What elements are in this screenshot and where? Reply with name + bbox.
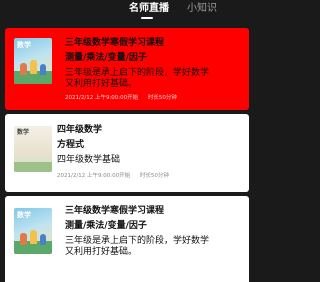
course-time: 2021/2/12 上午9:00:00开始	[65, 95, 139, 101]
course-card[interactable]: 数学 三年级数学寒假学习课程 测量/乘法/变量/因子 三年级是承上启下的阶段，学…	[5, 196, 249, 282]
tab-tips[interactable]: 小知识	[187, 3, 217, 15]
cover-title: 数学	[17, 41, 31, 49]
tab-bar: 名师直播 小知识	[0, 0, 254, 22]
course-description: 四年级数学基础	[57, 155, 121, 165]
course-subtitle: 测量/乘法/变量/因子	[65, 221, 147, 231]
course-schedule: 2021/2/12 上午9:00:00开始 时长50分钟	[57, 173, 169, 180]
course-cover-image: 数学	[14, 38, 52, 84]
course-title: 三年级数学寒假学习课程	[65, 206, 165, 216]
course-duration: 时长50分钟	[139, 173, 169, 179]
course-subtitle: 方程式	[57, 140, 85, 150]
course-cover-image: 数学	[14, 208, 52, 254]
course-cover-image: 数学	[14, 126, 52, 172]
course-time: 2021/2/12 上午9:00:00开始	[57, 173, 131, 179]
tab-live[interactable]: 名师直播	[129, 3, 169, 15]
course-card[interactable]: 数学 三年级数学寒假学习课程 测量/乘法/变量/因子 三年级是承上启下的阶段，学…	[5, 28, 249, 110]
course-title: 三年级数学寒假学习课程	[65, 38, 165, 48]
course-title: 四年级数学	[57, 125, 103, 135]
active-tab-indicator	[141, 17, 153, 19]
course-description: 三年级是承上启下的阶段，学好数学又利用打好基础。	[65, 68, 210, 89]
course-description: 三年级是承上启下的阶段，学好数学又利用打好基础。	[65, 236, 210, 257]
course-schedule: 2021/2/12 上午9:00:00开始 时长50分钟	[65, 95, 177, 102]
course-card[interactable]: 数学 四年级数学 方程式 四年级数学基础 2021/2/12 上午9:00:00…	[5, 114, 249, 192]
course-duration: 时长50分钟	[147, 95, 177, 101]
cover-title: 数学	[17, 211, 31, 219]
cover-title: 数学	[17, 129, 30, 136]
course-subtitle: 测量/乘法/变量/因子	[65, 53, 147, 63]
